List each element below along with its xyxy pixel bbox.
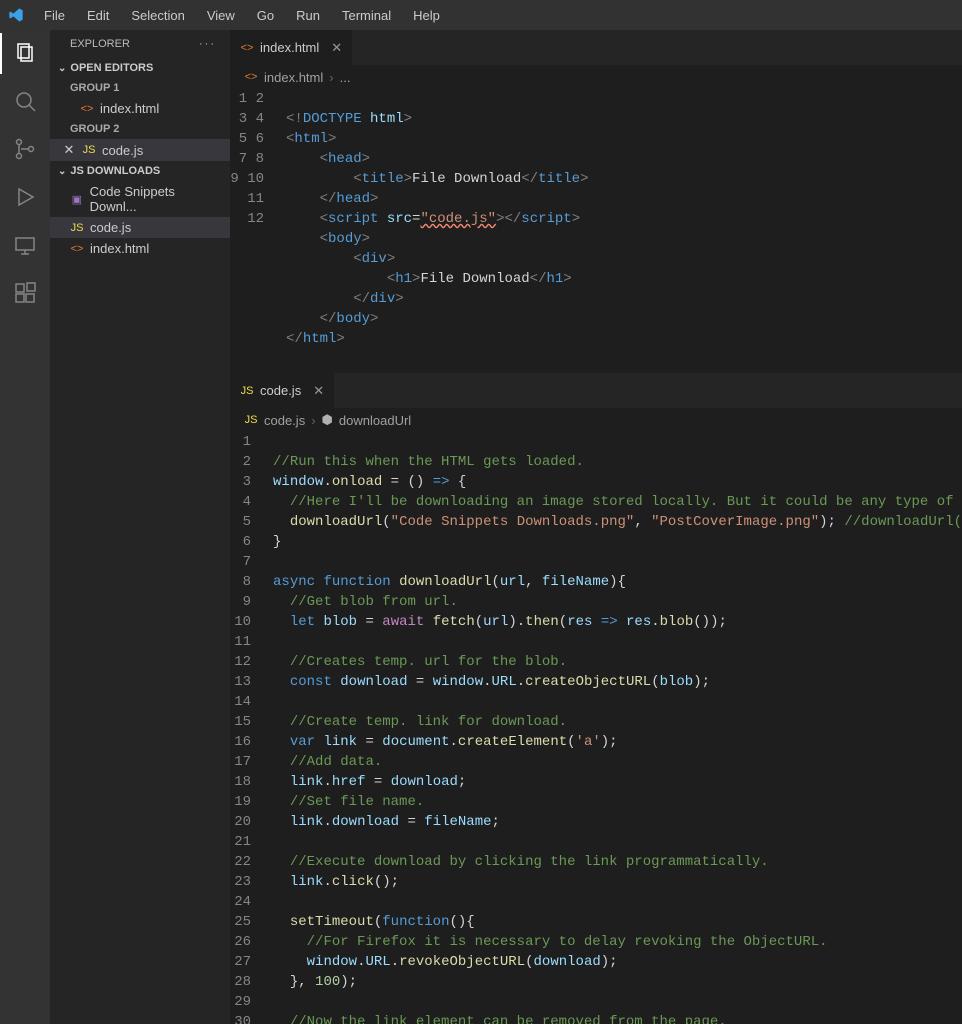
chevron-right-icon: ›	[311, 413, 315, 428]
open-editors-section[interactable]: ⌄ OPEN EDITORS	[50, 58, 230, 78]
breadcrumb-2[interactable]: JS code.js › ⬢ downloadUrl	[230, 408, 962, 432]
project-section[interactable]: ⌄ JS DOWNLOADS	[50, 161, 230, 181]
explorer-sidebar: EXPLORER ··· ⌄ OPEN EDITORS GROUP 1 <> i…	[50, 30, 230, 1024]
project-file-snippets[interactable]: ▣ Code Snippets Downl...	[50, 181, 230, 217]
group-1-label: GROUP 1	[50, 78, 230, 98]
breadcrumb-symbol: downloadUrl	[339, 413, 411, 428]
chevron-down-icon: ⌄	[58, 166, 66, 177]
tabs-group-2: JS code.js ✕	[230, 373, 962, 408]
menu-selection[interactable]: Selection	[123, 4, 192, 27]
line-numbers: 1 2 3 4 5 6 7 8 9 10 11 12	[230, 89, 280, 373]
menu-file[interactable]: File	[36, 4, 73, 27]
code-editor-1[interactable]: 1 2 3 4 5 6 7 8 9 10 11 12 <!DOCTYPE htm…	[230, 89, 962, 373]
code-editor-2[interactable]: 1 2 3 4 5 6 7 8 9 10 11 12 13 14 15 16 1…	[230, 432, 962, 1024]
menu-view[interactable]: View	[199, 4, 243, 27]
code-content[interactable]: <!DOCTYPE html> <html> <head> <title>Fil…	[280, 89, 962, 373]
group-2-label: GROUP 2	[50, 119, 230, 139]
code-content[interactable]: //Run this when the HTML gets loaded. wi…	[267, 432, 962, 1024]
explorer-icon[interactable]	[12, 40, 38, 66]
remote-icon[interactable]	[12, 232, 38, 258]
file-label: Code Snippets Downl...	[90, 184, 222, 214]
open-editor-codejs[interactable]: ✕ JS code.js	[50, 139, 230, 161]
chevron-down-icon: ⌄	[58, 63, 66, 74]
open-editors-label: OPEN EDITORS	[70, 62, 153, 74]
project-section-label: JS DOWNLOADS	[70, 165, 160, 177]
js-file-icon: JS	[70, 221, 84, 235]
sidebar-title: EXPLORER ···	[50, 30, 230, 58]
line-numbers: 1 2 3 4 5 6 7 8 9 10 11 12 13 14 15 16 1…	[230, 432, 267, 1024]
html-file-icon: <>	[244, 70, 258, 84]
breadcrumb-file: code.js	[264, 413, 305, 428]
js-file-icon: JS	[240, 384, 254, 398]
menu-run[interactable]: Run	[288, 4, 328, 27]
source-control-icon[interactable]	[12, 136, 38, 162]
open-editor-indexhtml[interactable]: <> index.html	[50, 98, 230, 119]
breadcrumb-more: ...	[340, 70, 351, 85]
menu-edit[interactable]: Edit	[79, 4, 117, 27]
project-file-codejs[interactable]: JS code.js	[50, 217, 230, 238]
search-icon[interactable]	[12, 88, 38, 114]
close-icon[interactable]: ✕	[62, 142, 76, 158]
breadcrumb-1[interactable]: <> index.html › ...	[230, 65, 962, 89]
html-file-icon: <>	[240, 41, 254, 55]
js-file-icon: JS	[244, 413, 258, 427]
method-icon: ⬢	[322, 412, 333, 428]
chevron-right-icon: ›	[329, 70, 333, 85]
editor-group-1: <> index.html ✕ <> index.html › ... 1 2 …	[230, 30, 962, 373]
project-file-indexhtml[interactable]: <> index.html	[50, 238, 230, 259]
menu-help[interactable]: Help	[405, 4, 448, 27]
menu-go[interactable]: Go	[249, 4, 282, 27]
close-icon[interactable]: ✕	[331, 40, 342, 56]
breadcrumb-file: index.html	[264, 70, 323, 85]
tabs-group-1: <> index.html ✕	[230, 30, 962, 65]
menubar: File Edit Selection View Go Run Terminal…	[0, 0, 962, 30]
extensions-icon[interactable]	[12, 280, 38, 306]
editor-group-2: JS code.js ✕ JS code.js › ⬢ downloadUrl …	[230, 373, 962, 1024]
editor-area: <> index.html ✕ <> index.html › ... 1 2 …	[230, 30, 962, 1024]
file-label: index.html	[90, 241, 149, 256]
html-file-icon: <>	[80, 102, 94, 116]
file-label: index.html	[100, 101, 159, 116]
tab-indexhtml[interactable]: <> index.html ✕	[230, 30, 353, 65]
tab-label: index.html	[260, 40, 319, 55]
html-file-icon: <>	[70, 242, 84, 256]
file-label: code.js	[102, 143, 143, 158]
explorer-label: EXPLORER	[70, 38, 130, 50]
menu-terminal[interactable]: Terminal	[334, 4, 399, 27]
activity-bar	[0, 30, 50, 1024]
run-debug-icon[interactable]	[12, 184, 38, 210]
file-label: code.js	[90, 220, 131, 235]
tab-codejs[interactable]: JS code.js ✕	[230, 373, 335, 408]
js-file-icon: JS	[82, 143, 96, 157]
image-file-icon: ▣	[70, 192, 84, 206]
close-icon[interactable]: ✕	[313, 383, 324, 399]
more-icon[interactable]: ···	[199, 38, 216, 50]
vscode-logo-icon	[8, 7, 24, 23]
tab-label: code.js	[260, 383, 301, 398]
